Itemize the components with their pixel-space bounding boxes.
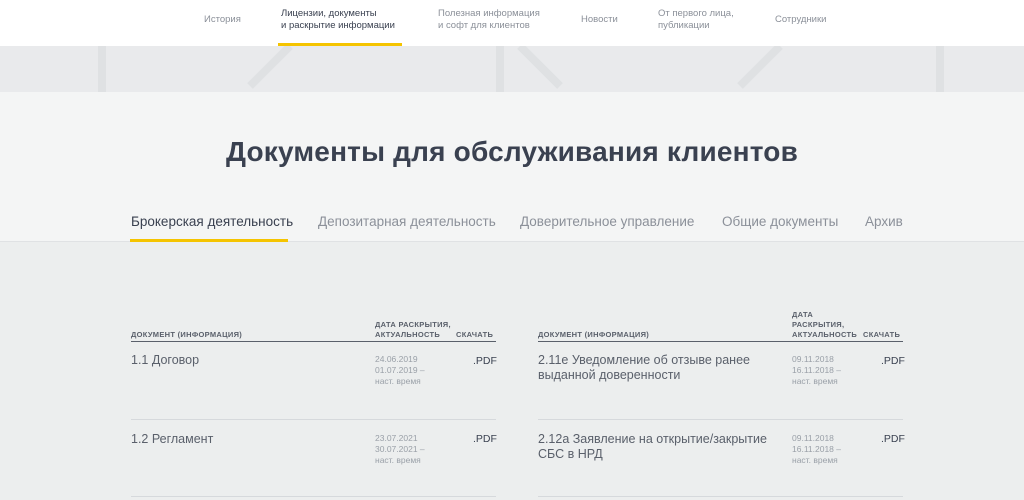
document-name-link[interactable]: 1.1 Договор bbox=[131, 353, 199, 368]
column-header-date: ДАТА РАСКРЫТИЯ, АКТУАЛЬНОСТЬ bbox=[375, 320, 451, 340]
tab-depository[interactable]: Депозитарная деятельность bbox=[318, 214, 496, 229]
tab-brokerage[interactable]: Брокерская деятельность bbox=[131, 214, 293, 229]
document-name-link[interactable]: 2.11е Уведомление об отзыве ранее выданн… bbox=[538, 353, 750, 383]
download-pdf-link[interactable]: .PDF bbox=[881, 433, 905, 445]
nav-item-label-line2: и софт для клиентов bbox=[438, 20, 530, 31]
column-header-date-line2: РАСКРЫТИЯ, bbox=[792, 320, 845, 329]
nav-item-history[interactable]: История bbox=[204, 14, 241, 26]
column-header-date: ДАТА РАСКРЫТИЯ, АКТУАЛЬНОСТЬ bbox=[792, 310, 857, 340]
column-header-date-line2: АКТУАЛЬНОСТЬ bbox=[375, 330, 441, 339]
nav-item-publications[interactable]: От первого лица, публикации bbox=[658, 8, 734, 32]
disclosure-date: 23.07.2021 bbox=[375, 433, 418, 443]
top-navigation: История Лицензии, документы и раскрытие … bbox=[0, 0, 1024, 46]
actual-from-date: 16.11.2018 – bbox=[792, 365, 841, 375]
document-dates: 23.07.2021 30.07.2021 – наст. время bbox=[375, 433, 425, 466]
column-header-document: ДОКУМЕНТ (ИНФОРМАЦИЯ) bbox=[538, 330, 650, 339]
row-divider bbox=[538, 419, 903, 420]
category-tabs: Брокерская деятельность Депозитарная дея… bbox=[0, 194, 1024, 242]
document-name-line2: СБС в НРД bbox=[538, 447, 603, 461]
column-header-document: ДОКУМЕНТ (ИНФОРМАЦИЯ) bbox=[131, 330, 243, 339]
actual-from-date: 16.11.2018 – bbox=[792, 444, 841, 454]
nav-item-licenses[interactable]: Лицензии, документы и раскрытие информац… bbox=[281, 8, 395, 32]
column-header-date-line3: АКТУАЛЬНОСТЬ bbox=[792, 330, 858, 339]
tab-archive[interactable]: Архив bbox=[865, 214, 903, 229]
nav-item-news[interactable]: Новости bbox=[581, 14, 618, 26]
column-header-date-line1: ДАТА bbox=[792, 310, 814, 319]
disclosure-date: 09.11.2018 bbox=[792, 433, 834, 443]
document-dates: 24.06.2019 01.07.2019 – наст. время bbox=[375, 354, 425, 387]
nav-item-label-line2: публикации bbox=[658, 20, 710, 31]
column-header-download: СКАЧАТЬ bbox=[863, 330, 901, 339]
download-pdf-link[interactable]: .PDF bbox=[473, 433, 497, 445]
actual-from-date: 01.07.2019 – bbox=[375, 365, 425, 375]
nav-item-useful-info[interactable]: Полезная информация и софт для клиентов bbox=[438, 8, 540, 32]
row-divider bbox=[131, 419, 496, 420]
column-header-date-line1: ДАТА РАСКРЫТИЯ, bbox=[375, 320, 451, 329]
nav-item-label-line1: Полезная информация bbox=[438, 8, 540, 19]
nav-item-label: История bbox=[204, 14, 241, 25]
nav-item-label-line2: и раскрытие информации bbox=[281, 20, 395, 31]
row-divider bbox=[538, 496, 903, 497]
disclosure-date: 24.06.2019 bbox=[375, 354, 418, 364]
title-section: Документы для обслуживания клиентов bbox=[0, 92, 1024, 194]
row-divider bbox=[131, 496, 496, 497]
tab-trust-management[interactable]: Доверительное управление bbox=[520, 214, 694, 229]
table-header-divider bbox=[538, 341, 903, 342]
document-name-line2: выданной доверенности bbox=[538, 368, 681, 382]
actual-to-date: наст. время bbox=[375, 455, 421, 465]
actual-from-date: 30.07.2021 – bbox=[375, 444, 425, 454]
nav-item-label: Сотрудники bbox=[775, 14, 827, 25]
table-header-divider bbox=[131, 341, 496, 342]
document-name-link[interactable]: 1.2 Регламент bbox=[131, 432, 213, 447]
document-name-link[interactable]: 2.12а Заявление на открытие/закрытие СБС… bbox=[538, 432, 767, 462]
document-name-line1: 1.2 Регламент bbox=[131, 432, 214, 446]
actual-to-date: наст. время bbox=[792, 455, 838, 465]
document-dates: 09.11.2018 16.11.2018 – наст. время bbox=[792, 433, 841, 466]
decorative-pattern bbox=[98, 46, 944, 92]
tab-general-documents[interactable]: Общие документы bbox=[722, 214, 838, 229]
document-name-line1: 2.11е Уведомление об отзыве ранее bbox=[538, 353, 750, 367]
page-title: Документы для обслуживания клиентов bbox=[225, 136, 799, 167]
tab-active-indicator bbox=[130, 239, 288, 242]
actual-to-date: наст. время bbox=[375, 376, 421, 386]
document-name-line1: 1.1 Договор bbox=[131, 353, 200, 367]
document-dates: 09.11.2018 16.11.2018 – наст. время bbox=[792, 354, 841, 387]
nav-item-employees[interactable]: Сотрудники bbox=[775, 14, 826, 26]
download-pdf-link[interactable]: .PDF bbox=[881, 355, 905, 367]
disclosure-date: 09.11.2018 bbox=[792, 354, 834, 364]
actual-to-date: наст. время bbox=[792, 376, 838, 386]
download-pdf-link[interactable]: .PDF bbox=[473, 355, 497, 367]
column-header-download: СКАЧАТЬ bbox=[456, 330, 494, 339]
nav-item-label: Новости bbox=[581, 14, 618, 25]
document-name-line1: 2.12а Заявление на открытие/закрытие bbox=[538, 432, 767, 446]
nav-item-label-line1: От первого лица, bbox=[658, 8, 734, 19]
decorative-banner bbox=[0, 46, 1024, 92]
nav-item-label-line1: Лицензии, документы bbox=[281, 8, 377, 19]
